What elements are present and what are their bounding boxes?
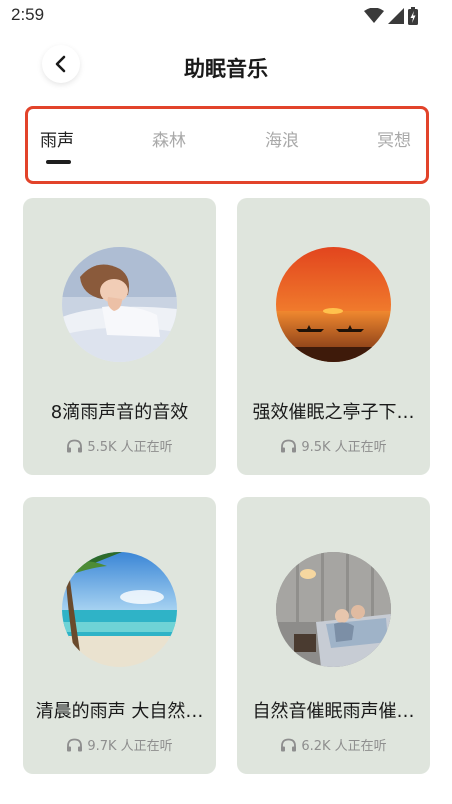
page-title: 助眠音乐 (184, 57, 268, 81)
listener-count: 5.5K 人正在听 (23, 436, 216, 455)
listener-count: 6.2K 人正在听 (237, 735, 430, 754)
wifi-icon (364, 8, 384, 23)
track-cover-image (62, 247, 177, 362)
status-bar: 2:59 (0, 0, 452, 32)
category-tabs: 雨声 森林 海浪 冥想 (25, 106, 429, 184)
listener-count: 9.5K 人正在听 (237, 436, 430, 455)
active-tab-indicator (46, 160, 71, 164)
header: 助眠音乐 (0, 40, 452, 96)
headphones-icon (281, 738, 297, 751)
signal-icon (388, 8, 404, 24)
track-title: 自然音催眠雨声催… (252, 701, 415, 722)
headphones-icon (67, 439, 83, 452)
headphones-icon (281, 439, 297, 452)
track-card[interactable]: 强效催眠之亭子下… 9.5K 人正在听 (237, 198, 430, 475)
status-icons (364, 7, 418, 25)
tab-waves[interactable]: 海浪 (265, 126, 299, 151)
track-title: 8滴雨声音的音效 (50, 402, 189, 423)
listener-count: 9.7K 人正在听 (23, 735, 216, 754)
track-cover-image (62, 552, 177, 667)
track-card[interactable]: 自然音催眠雨声催… 6.2K 人正在听 (237, 497, 430, 774)
listener-count-text: 6.2K 人正在听 (301, 739, 387, 754)
battery-icon (408, 7, 418, 25)
status-time: 2:59 (11, 5, 45, 24)
listener-count-text: 9.7K 人正在听 (87, 739, 173, 754)
tab-rain[interactable]: 雨声 (40, 126, 74, 151)
track-title: 清晨的雨声 大自然… (35, 701, 204, 722)
track-cover-image (276, 552, 391, 667)
headphones-icon (67, 738, 83, 751)
track-card[interactable]: 8滴雨声音的音效 5.5K 人正在听 (23, 198, 216, 475)
listener-count-text: 5.5K 人正在听 (87, 440, 173, 455)
track-cover-image (276, 247, 391, 362)
tab-forest[interactable]: 森林 (152, 126, 186, 151)
track-title: 强效催眠之亭子下… (252, 402, 415, 423)
tab-meditation[interactable]: 冥想 (377, 126, 411, 151)
listener-count-text: 9.5K 人正在听 (301, 440, 387, 455)
track-card[interactable]: 清晨的雨声 大自然… 9.7K 人正在听 (23, 497, 216, 774)
